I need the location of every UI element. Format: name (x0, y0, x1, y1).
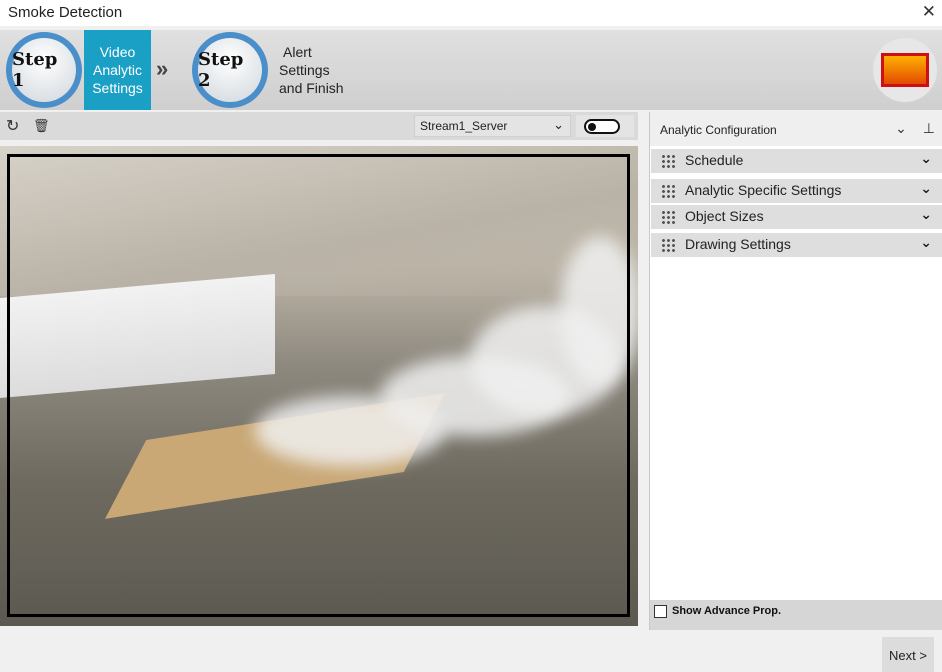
show-advance-label[interactable]: Show Advance Prop. (672, 605, 781, 617)
step-2-label-line: Alert (283, 44, 312, 60)
section-label: Analytic Specific Settings (685, 182, 842, 198)
video-preview[interactable] (0, 146, 638, 626)
chevron-down-icon: ⌄ (920, 180, 932, 196)
step-1-label-line: Video (99, 44, 136, 60)
step-1-label[interactable]: Video Analytic Settings (84, 30, 151, 110)
step-1-label-line: Settings (92, 80, 143, 96)
window-title: Smoke Detection (8, 4, 123, 21)
panel-header-icons: ⌄ ⊥ (895, 120, 935, 137)
section-label: Drawing Settings (685, 236, 791, 252)
stream-select[interactable]: Stream1_Server ⌄ (414, 115, 571, 137)
wizard-steps: Step 1 Video Analytic Settings » Step 2 … (0, 30, 942, 110)
chevron-down-icon: ⌄ (553, 117, 564, 132)
stream-select-value: Stream1_Server (420, 119, 508, 133)
step-2-label[interactable]: Alert Settings and Finish (279, 43, 344, 97)
step-1-label-line: Analytic (92, 62, 143, 78)
step-2-label-line: Settings (279, 62, 330, 78)
chevron-down-icon: ⌄ (920, 234, 932, 250)
double-chevron-icon: » (156, 56, 169, 81)
step-2-badge[interactable]: Step 2 (190, 30, 270, 110)
close-icon[interactable]: ✕ (922, 2, 936, 22)
section-drawing-settings[interactable]: Drawing Settings ⌄ (651, 233, 942, 257)
step-2-label-line: and Finish (279, 80, 344, 96)
stream-toggle[interactable] (584, 119, 620, 134)
video-toolbar: ↻ 🗑 Stream1_Server ⌄ (0, 112, 638, 140)
section-label: Object Sizes (685, 208, 764, 224)
detection-region[interactable] (7, 154, 630, 617)
fire-logo (868, 30, 942, 110)
analytic-config-panel: Analytic Configuration ⌄ ⊥ Schedule ⌄ An… (649, 112, 942, 630)
step-2-text: Step 2 (198, 38, 262, 102)
refresh-icon[interactable]: ↻ (6, 116, 19, 136)
grip-icon (661, 184, 675, 198)
section-schedule[interactable]: Schedule ⌄ (651, 149, 942, 173)
toggle-knob (588, 123, 596, 131)
section-label: Schedule (685, 152, 744, 168)
section-object-sizes[interactable]: Object Sizes ⌄ (651, 205, 942, 229)
panel-title: Analytic Configuration (660, 123, 777, 137)
grip-icon (661, 154, 675, 168)
section-analytic-specific-settings[interactable]: Analytic Specific Settings ⌄ (651, 179, 942, 203)
stream-toggle-container (576, 115, 634, 137)
panel-footer: Show Advance Prop. (650, 600, 942, 630)
chevron-down-icon: ⌄ (920, 150, 932, 166)
panel-header: Analytic Configuration ⌄ ⊥ (650, 112, 942, 146)
show-advance-checkbox[interactable] (654, 605, 667, 618)
chevron-down-icon[interactable]: ⌄ (895, 120, 907, 136)
fire-icon (881, 53, 929, 87)
title-bar: Smoke Detection ✕ (0, 0, 942, 26)
grip-icon (661, 238, 675, 252)
trash-icon[interactable]: 🗑 (33, 118, 50, 134)
step-1-badge[interactable]: Step 1 (4, 30, 84, 110)
pin-icon[interactable]: ⊥ (923, 120, 935, 136)
step-1-text: Step 1 (12, 38, 76, 102)
chevron-down-icon: ⌄ (920, 206, 932, 222)
next-button[interactable]: Next > (882, 637, 934, 672)
grip-icon (661, 210, 675, 224)
